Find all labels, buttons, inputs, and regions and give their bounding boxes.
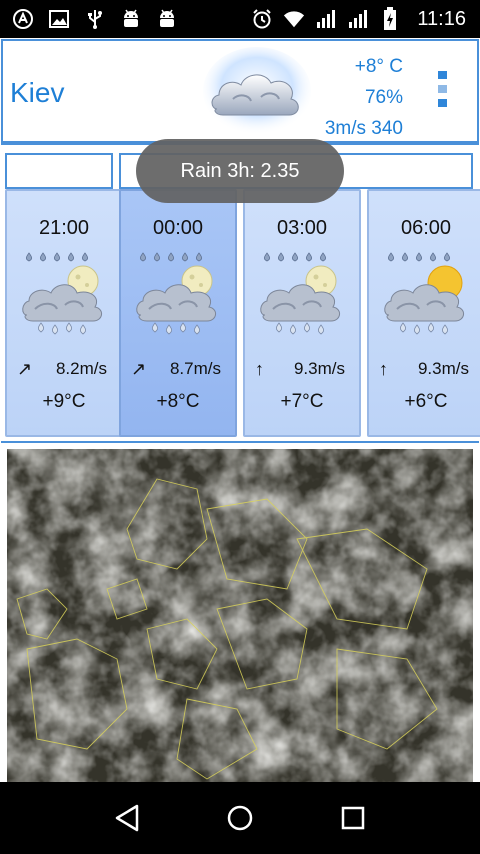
forecast-cell-3[interactable]: 06:00 ↑ 9.3m/s +6°C (367, 189, 480, 437)
signal-icon (315, 8, 337, 30)
forecast-temperature: +6°C (404, 391, 448, 412)
alarm-icon (251, 8, 273, 30)
screen: 11:16 Kiev +8° C 76% 3m/s 340 21:00 ↗ 8.… (0, 0, 480, 854)
current-temperature: +8° C (354, 56, 403, 77)
forecast-wind-speed: 9.3m/s (417, 359, 469, 378)
rain-night-icon (135, 249, 225, 337)
app-a-icon (12, 8, 34, 30)
image-icon (48, 8, 70, 30)
satellite-map-icon[interactable] (7, 449, 473, 785)
menu-dots-icon[interactable] (438, 71, 447, 107)
forecast-time: 03:00 (276, 217, 328, 239)
forecast-cell-1[interactable]: 00:00 ↗ 8.7m/s +8°C (119, 189, 237, 437)
cloudy-icon (203, 47, 311, 137)
wind-direction-icon: ↑ (379, 359, 388, 379)
forecast-time: 00:00 (152, 217, 204, 239)
current-wind: 3m/s 340 (324, 118, 403, 139)
rain-day-icon (383, 249, 473, 337)
forecast-time: 06:00 (400, 217, 452, 239)
rain-night-icon (259, 249, 349, 337)
rain-night-icon (21, 249, 111, 337)
rain-toast: Rain 3h: 2.35 (136, 139, 344, 203)
wind-direction-icon: ↗ (17, 359, 33, 379)
android-icon (120, 8, 142, 30)
home-icon[interactable] (220, 798, 260, 838)
forecast-temperature: +8°C (156, 391, 200, 412)
forecast-cell-0[interactable]: 21:00 ↗ 8.2m/s +9°C (5, 189, 123, 437)
usb-icon (84, 8, 106, 30)
forecast-wind-speed: 8.7m/s (169, 359, 221, 378)
forecast-wind-speed: 8.2m/s (55, 359, 107, 378)
forecast-header-cell (5, 153, 113, 189)
status-bar: 11:16 (0, 0, 480, 38)
signal-icon (347, 8, 369, 30)
wifi-icon (283, 8, 305, 30)
forecast-cell-2[interactable]: 03:00 ↑ 9.3m/s +7°C (243, 189, 361, 437)
wind-direction-icon: ↑ (255, 359, 264, 379)
android-icon (156, 8, 178, 30)
navigation-bar (0, 782, 480, 854)
battery-charging-icon (379, 7, 401, 30)
current-weather-card[interactable]: Kiev +8° C 76% 3m/s 340 (1, 39, 479, 143)
city-name[interactable]: Kiev (10, 77, 64, 109)
toast-text: Rain 3h: 2.35 (180, 159, 300, 182)
forecast-time: 21:00 (38, 217, 90, 239)
forecast-temperature: +7°C (280, 391, 324, 412)
forecast-wind-speed: 9.3m/s (293, 359, 345, 378)
back-icon[interactable] (107, 798, 147, 838)
recents-icon[interactable] (333, 798, 373, 838)
current-values: +8° C 76% 3m/s 340 (325, 51, 403, 144)
status-time: 11:16 (417, 7, 466, 30)
current-humidity: 76% (364, 87, 403, 108)
forecast-temperature: +9°C (42, 391, 86, 412)
wind-direction-icon: ↗ (131, 359, 147, 379)
